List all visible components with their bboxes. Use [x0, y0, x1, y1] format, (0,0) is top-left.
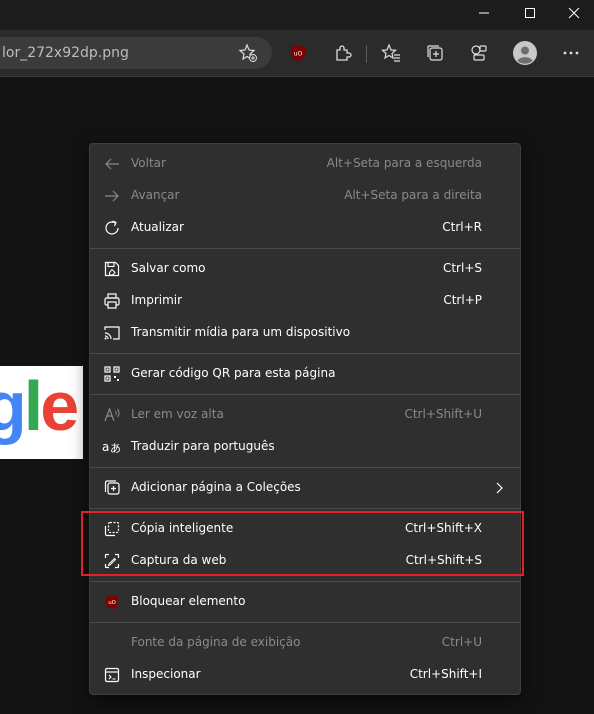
menu-item-label: Transmitir mídia para um dispositivo	[131, 325, 351, 339]
menu-item-save-as[interactable]: Salvar como Ctrl+S	[90, 253, 520, 285]
context-menu: Voltar Alt+Seta para a esquerda Avançar …	[89, 143, 521, 695]
menu-item-shortcut: Ctrl+U	[441, 635, 482, 649]
cast-icon	[102, 323, 122, 343]
svg-text:uO: uO	[108, 600, 116, 606]
menu-item-print[interactable]: Imprimir Ctrl+P	[90, 285, 520, 317]
favorites-icon[interactable]	[379, 41, 403, 65]
profile-avatar[interactable]	[513, 41, 537, 65]
menu-item-shortcut: Ctrl+S	[442, 261, 482, 275]
menu-item-label: Fonte da página de exibição	[131, 635, 301, 649]
browser-toolbar: lor_272x92dp.png uO	[0, 30, 594, 77]
refresh-icon	[102, 218, 122, 238]
svg-text:あ: あ	[110, 442, 121, 455]
inspect-icon	[102, 665, 122, 685]
menu-item-translate[interactable]: aあ Traduzir para português	[90, 431, 520, 463]
forward-arrow-icon	[102, 186, 122, 206]
menu-item-inspect[interactable]: Inspecionar Ctrl+Shift+I	[90, 659, 520, 691]
close-button[interactable]	[553, 0, 594, 26]
menu-item-shortcut: Ctrl+P	[443, 293, 482, 307]
menu-item-label: Avançar	[131, 188, 180, 202]
add-favorite-icon[interactable]	[236, 41, 260, 65]
menu-item-refresh[interactable]: Atualizar Ctrl+R	[90, 212, 520, 244]
svg-text:a: a	[102, 440, 109, 454]
minimize-icon	[479, 12, 489, 14]
close-icon	[568, 7, 579, 19]
menu-item-add-to-collections[interactable]: Adicionar página a Coleções	[90, 472, 520, 504]
menu-item-shortcut: Ctrl+R	[442, 220, 482, 234]
translate-icon: aあ	[102, 437, 122, 457]
menu-item-label: Imprimir	[131, 293, 183, 307]
maximize-button[interactable]	[507, 0, 553, 26]
qr-code-icon	[102, 364, 122, 384]
toolbar-divider	[366, 45, 367, 63]
back-arrow-icon	[102, 154, 122, 174]
performance-icon[interactable]	[467, 41, 491, 65]
menu-item-cast[interactable]: Transmitir mídia para um dispositivo	[90, 317, 520, 349]
menu-item-label: Atualizar	[131, 220, 184, 234]
google-logo-image: gle	[0, 366, 83, 459]
menu-separator	[90, 581, 520, 582]
address-bar[interactable]: lor_272x92dp.png	[0, 37, 272, 69]
menu-item-back[interactable]: Voltar Alt+Seta para a esquerda	[90, 148, 520, 180]
menu-item-forward[interactable]: Avançar Alt+Seta para a direita	[90, 180, 520, 212]
menu-item-shortcut: Ctrl+Shift+I	[409, 667, 482, 681]
menu-item-shortcut: Alt+Seta para a esquerda	[326, 156, 482, 170]
more-icon[interactable]	[559, 41, 583, 65]
menu-item-label: Bloquear elemento	[131, 594, 246, 608]
menu-item-view-source[interactable]: Fonte da página de exibição Ctrl+U	[90, 627, 520, 659]
highlight-box	[81, 511, 524, 576]
menu-item-label: Adicionar página a Coleções	[131, 480, 301, 494]
extensions-icon[interactable]	[331, 41, 355, 65]
ublock-icon: uO	[102, 592, 122, 612]
read-aloud-icon	[102, 405, 122, 425]
menu-item-label: Voltar	[131, 156, 166, 170]
chevron-right-icon	[494, 480, 504, 499]
menu-item-label: Gerar código QR para esta página	[131, 366, 336, 380]
menu-item-shortcut: Ctrl+Shift+U	[404, 407, 482, 421]
menu-item-shortcut: Alt+Seta para a direita	[344, 188, 482, 202]
logo-text: gle	[0, 367, 79, 445]
minimize-button[interactable]	[461, 0, 507, 26]
menu-item-qr-code[interactable]: Gerar código QR para esta página	[90, 358, 520, 390]
menu-item-label: Ler em voz alta	[131, 407, 224, 421]
address-text[interactable]: lor_272x92dp.png	[2, 45, 129, 61]
svg-text:uO: uO	[294, 51, 303, 58]
menu-item-label: Salvar como	[131, 261, 206, 275]
menu-separator	[90, 467, 520, 468]
menu-separator	[90, 394, 520, 395]
menu-separator	[90, 353, 520, 354]
title-bar	[0, 0, 594, 30]
menu-item-block-element[interactable]: uO Bloquear elemento	[90, 586, 520, 618]
menu-separator	[90, 622, 520, 623]
printer-icon	[102, 291, 122, 311]
menu-item-label: Traduzir para português	[131, 439, 275, 453]
save-icon	[102, 259, 122, 279]
menu-item-label: Inspecionar	[131, 667, 201, 681]
ublock-icon[interactable]: uO	[286, 41, 310, 65]
maximize-icon	[525, 8, 535, 18]
collections-icon[interactable]	[423, 41, 447, 65]
menu-item-read-aloud[interactable]: Ler em voz alta Ctrl+Shift+U	[90, 399, 520, 431]
collections-add-icon	[102, 478, 122, 498]
menu-separator	[90, 248, 520, 249]
menu-separator	[90, 508, 520, 509]
